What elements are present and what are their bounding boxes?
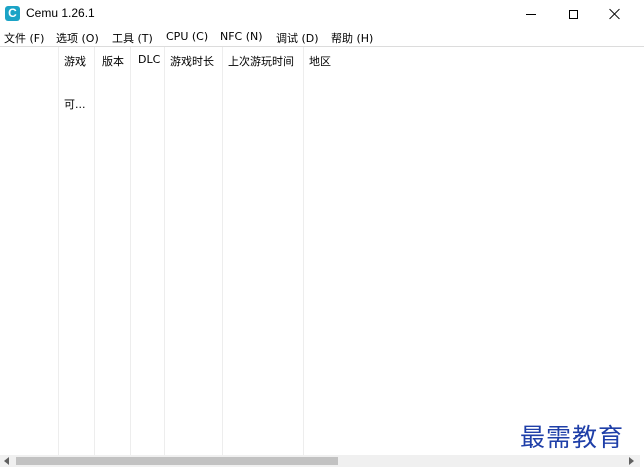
column-header-region[interactable]: 地区 [309, 53, 331, 69]
close-button[interactable] [593, 0, 637, 28]
title-bar[interactable]: C Cemu 1.26.1 [0, 0, 644, 28]
maximize-icon [568, 9, 578, 19]
column-header-dlc[interactable]: DLC [138, 53, 160, 66]
column-divider[interactable] [58, 47, 59, 455]
scroll-left-icon[interactable] [4, 457, 9, 465]
close-icon [609, 8, 621, 20]
game-cell[interactable]: 可... [64, 96, 86, 112]
menu-file[interactable]: 文件 (F) [4, 30, 44, 46]
menu-debug[interactable]: 调试 (D) [276, 30, 319, 46]
scroll-right-icon[interactable] [629, 457, 634, 465]
horizontal-scrollbar[interactable] [0, 455, 640, 467]
cemu-app-icon: C [5, 6, 20, 21]
column-divider[interactable] [164, 47, 165, 455]
column-header-version[interactable]: 版本 [102, 53, 124, 69]
column-divider[interactable] [130, 47, 131, 455]
minimize-button[interactable] [509, 0, 553, 28]
column-divider[interactable] [303, 47, 304, 455]
menu-nfc[interactable]: NFC (N) [220, 30, 263, 43]
menu-options[interactable]: 选项 (O) [56, 30, 99, 46]
minimize-icon [526, 13, 536, 15]
cemu-window: C Cemu 1.26.1 文件 (F) 选项 (O) 工具 (T) CPU (… [0, 0, 644, 467]
column-header-game[interactable]: 游戏 [64, 53, 86, 69]
menu-help[interactable]: 帮助 (H) [331, 30, 373, 46]
menu-bar: 文件 (F) 选项 (O) 工具 (T) CPU (C) NFC (N) 调试 … [0, 28, 644, 46]
maximize-button[interactable] [551, 0, 595, 28]
game-list[interactable]: 游戏 版本 DLC 游戏时长 上次游玩时间 地区 可... [0, 47, 644, 455]
window-title: Cemu 1.26.1 [26, 6, 95, 20]
menu-cpu[interactable]: CPU (C) [166, 30, 208, 43]
column-divider[interactable] [94, 47, 95, 455]
column-divider[interactable] [222, 47, 223, 455]
column-header-last-played[interactable]: 上次游玩时间 [228, 53, 294, 69]
column-header-playtime[interactable]: 游戏时长 [170, 53, 214, 69]
watermark: 最需教育 [520, 423, 625, 452]
scrollbar-thumb[interactable] [16, 457, 338, 465]
menu-tools[interactable]: 工具 (T) [112, 30, 153, 46]
